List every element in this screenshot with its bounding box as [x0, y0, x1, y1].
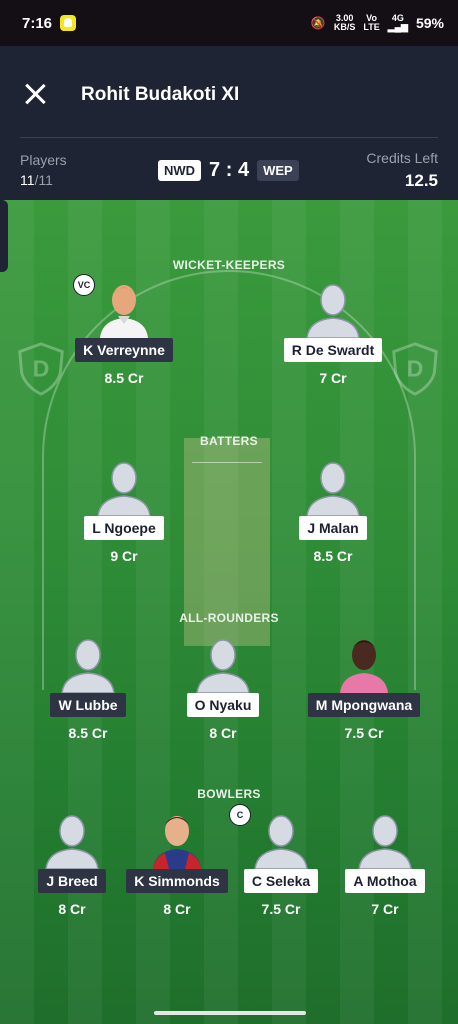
- player-name: A Mothoa: [345, 869, 425, 893]
- section-wicket-keepers: WICKET-KEEPERS: [172, 258, 286, 272]
- team2-tag: WEP: [257, 160, 299, 181]
- net-speed: 3.00 KB/S: [333, 13, 356, 32]
- signal-icon: 4G ▂▄▆: [387, 13, 408, 32]
- player-card[interactable]: A Mothoa 7 Cr: [315, 811, 455, 917]
- player-card[interactable]: J Malan 8.5 Cr: [263, 458, 403, 564]
- player-credits: 8.5 Cr: [68, 725, 108, 741]
- player-card[interactable]: W Lubbe 8.5 Cr: [18, 635, 158, 741]
- cricket-field: D D WICKET-KEEPERS BATTERS ALL-ROUNDERS …: [0, 200, 458, 1024]
- section-bowlers: BOWLERS: [197, 787, 261, 801]
- player-name: C Seleka: [243, 869, 319, 893]
- player-credits: 7 Cr: [319, 370, 347, 386]
- credits-value: 12.5: [404, 171, 438, 190]
- snapchat-icon: [60, 15, 77, 31]
- player-placeholder-icon: [92, 458, 156, 516]
- player-placeholder-icon: [301, 458, 365, 516]
- player-name: O Nyaku: [186, 693, 260, 717]
- credits-label: Credits Left: [366, 150, 438, 166]
- player-placeholder-icon: [353, 811, 417, 869]
- team-split: NWD 7 : 4 WEP: [158, 159, 299, 182]
- player-name: M Mpongwana: [307, 693, 421, 717]
- players-count: 11/11: [20, 172, 53, 188]
- mute-icon: 🔕: [310, 16, 326, 30]
- player-card[interactable]: O Nyaku 8 Cr: [153, 635, 293, 741]
- player-credits: 9 Cr: [110, 548, 138, 564]
- player-card[interactable]: M Mpongwana 7.5 Cr: [294, 635, 434, 741]
- status-icons: 🔕 3.00 KB/S Vo LTE 4G ▂▄▆ 59%: [311, 14, 444, 32]
- player-name: R De Swardt: [283, 338, 383, 362]
- svg-text:D: D: [33, 356, 50, 382]
- player-placeholder-icon: [56, 635, 120, 693]
- player-card[interactable]: K Verreynne 8.5 Cr: [54, 280, 194, 386]
- team1-tag: NWD: [158, 160, 202, 181]
- team-title: Rohit Budakoti XI: [81, 84, 240, 105]
- section-batters: BATTERS: [200, 434, 258, 448]
- player-credits: 7.5 Cr: [344, 725, 384, 741]
- player-name: J Breed: [38, 869, 106, 893]
- player-photo: [332, 635, 396, 693]
- player-placeholder-icon: [40, 811, 104, 869]
- section-all-rounders: ALL-ROUNDERS: [179, 611, 279, 625]
- player-placeholder-icon: [191, 635, 255, 693]
- status-time: 7:16: [22, 14, 53, 32]
- team-split-score: 7 : 4: [209, 159, 250, 181]
- player-photo: [145, 811, 209, 869]
- player-card[interactable]: L Ngoepe 9 Cr: [54, 458, 194, 564]
- player-credits: 8.5 Cr: [313, 548, 353, 564]
- player-name: W Lubbe: [50, 693, 126, 717]
- battery-level: 59%: [415, 15, 444, 31]
- player-placeholder-icon: [249, 811, 313, 869]
- team-preview-header: Rohit Budakoti XI: [0, 46, 458, 138]
- player-name: K Verreynne: [75, 338, 173, 362]
- svg-text:D: D: [407, 356, 424, 382]
- player-name: J Malan: [299, 516, 367, 540]
- player-credits: 8.5 Cr: [104, 370, 144, 386]
- players-label: Players: [20, 152, 67, 168]
- home-indicator[interactable]: [154, 1011, 306, 1015]
- player-photo: [92, 280, 156, 338]
- volte-indicator: Vo LTE: [363, 13, 380, 32]
- player-placeholder-icon: [301, 280, 365, 338]
- close-icon[interactable]: [20, 80, 50, 110]
- player-credits: 8 Cr: [209, 725, 237, 741]
- player-card[interactable]: R De Swardt 7 Cr: [263, 280, 403, 386]
- player-credits: 7 Cr: [371, 901, 399, 917]
- status-bar: 7:16 🔕 3.00 KB/S Vo LTE 4G ▂▄▆ 59%: [0, 0, 458, 46]
- team-summary: Players 11/11 NWD 7 : 4 WEP Credits Left…: [0, 138, 458, 200]
- player-name: L Ngoepe: [84, 516, 164, 540]
